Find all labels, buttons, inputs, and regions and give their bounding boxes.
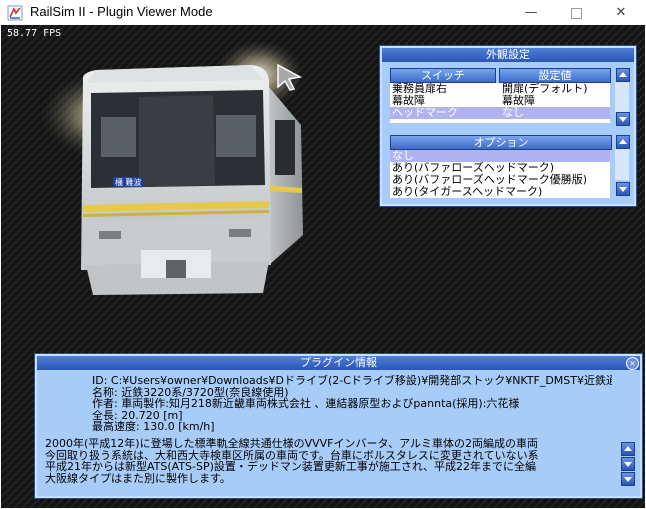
plugin-id: ID: C:¥Users¥owner¥Downloads¥Dドライブ(2-Cドラ… — [92, 375, 612, 387]
minimize-button[interactable]: — — [508, 0, 554, 25]
maximize-button[interactable] — [553, 0, 599, 25]
railsim-app-icon — [7, 5, 23, 21]
mouse-cursor-icon — [277, 63, 302, 91]
fps-counter: 58.77 FPS — [7, 28, 62, 39]
description-scroll-end-button[interactable] — [621, 472, 635, 486]
plugin-info-close-button[interactable]: × — [626, 357, 639, 370]
switch-row-selected[interactable]: ヘッドマーク なし — [390, 107, 610, 119]
window-title-bar[interactable]: RailSim II - Plugin Viewer Mode — ✕ — [0, 0, 646, 26]
plugin-max-speed: 最高速度: 130.0 [km/h] — [92, 420, 215, 433]
close-window-button[interactable]: ✕ — [598, 0, 644, 25]
switch-scrollbar-track[interactable] — [615, 82, 629, 112]
description-line: 平成21年からは新型ATS(ATS-SP)設置・デッドマン装置更新工事が施工され… — [45, 460, 537, 473]
value-column-header[interactable]: 設定値 — [499, 68, 611, 83]
plugin-fields: ID: C:¥Users¥owner¥Downloads¥Dドライブ(2-Cドラ… — [92, 375, 612, 433]
switch-column-header[interactable]: スイッチ — [390, 68, 496, 83]
appearance-panel-title: 外観設定 — [382, 48, 634, 62]
switch-value: 開扉(デフォルト) — [502, 83, 588, 95]
options-list: なし あり(バファローズヘッドマーク) あり(バファローズヘッドマーク優勝版) … — [390, 150, 610, 198]
plugin-author: 作者: 車両製作:知月218新近畿車両株式会社 、連結器原型およびpannta(… — [92, 397, 520, 410]
appearance-settings-panel: 外観設定 スイッチ 設定値 乗務員扉右 開扉(デフォルト) 幕故障 幕故障 ヘッ… — [380, 46, 636, 206]
switch-value: 幕故障 — [502, 94, 535, 107]
switch-list: 乗務員扉右 開扉(デフォルト) 幕故障 幕故障 ヘッドマーク なし — [390, 83, 610, 123]
plugin-info-panel: プラグイン情報 × ID: C:¥Users¥owner¥Downloads¥D… — [35, 354, 642, 498]
window-title: RailSim II - Plugin Viewer Mode — [30, 4, 213, 19]
description-line: 2000年(平成12年)に登場した標準軌全線共通仕様のVVVFインバータ、アルミ… — [45, 438, 539, 450]
switch-scroll-up-button[interactable] — [616, 68, 630, 82]
description-scroll-up-button[interactable] — [621, 442, 635, 456]
option-item[interactable]: あり(タイガースヘッドマーク) — [390, 186, 610, 198]
train-destination-sign: 橿 難波 — [115, 177, 142, 187]
description-line: 大阪線タイプはまた別に製作します。 — [45, 471, 231, 484]
plugin-description: 2000年(平成12年)に登場した標準軌全線共通仕様のVVVFインバータ、アルミ… — [45, 438, 560, 484]
options-scroll-up-button[interactable] — [616, 135, 630, 149]
options-header: オプション — [390, 135, 612, 150]
switch-scroll-down-button[interactable] — [616, 112, 630, 126]
options-scrollbar-track[interactable] — [615, 149, 629, 180]
maximize-icon — [570, 8, 582, 19]
switch-value: なし — [502, 106, 524, 119]
switch-name: ヘッドマーク — [392, 106, 458, 119]
options-scroll-down-button[interactable] — [616, 182, 630, 196]
description-scroll-down-button[interactable] — [621, 457, 635, 471]
plugin-info-title: プラグイン情報 — [37, 356, 640, 370]
